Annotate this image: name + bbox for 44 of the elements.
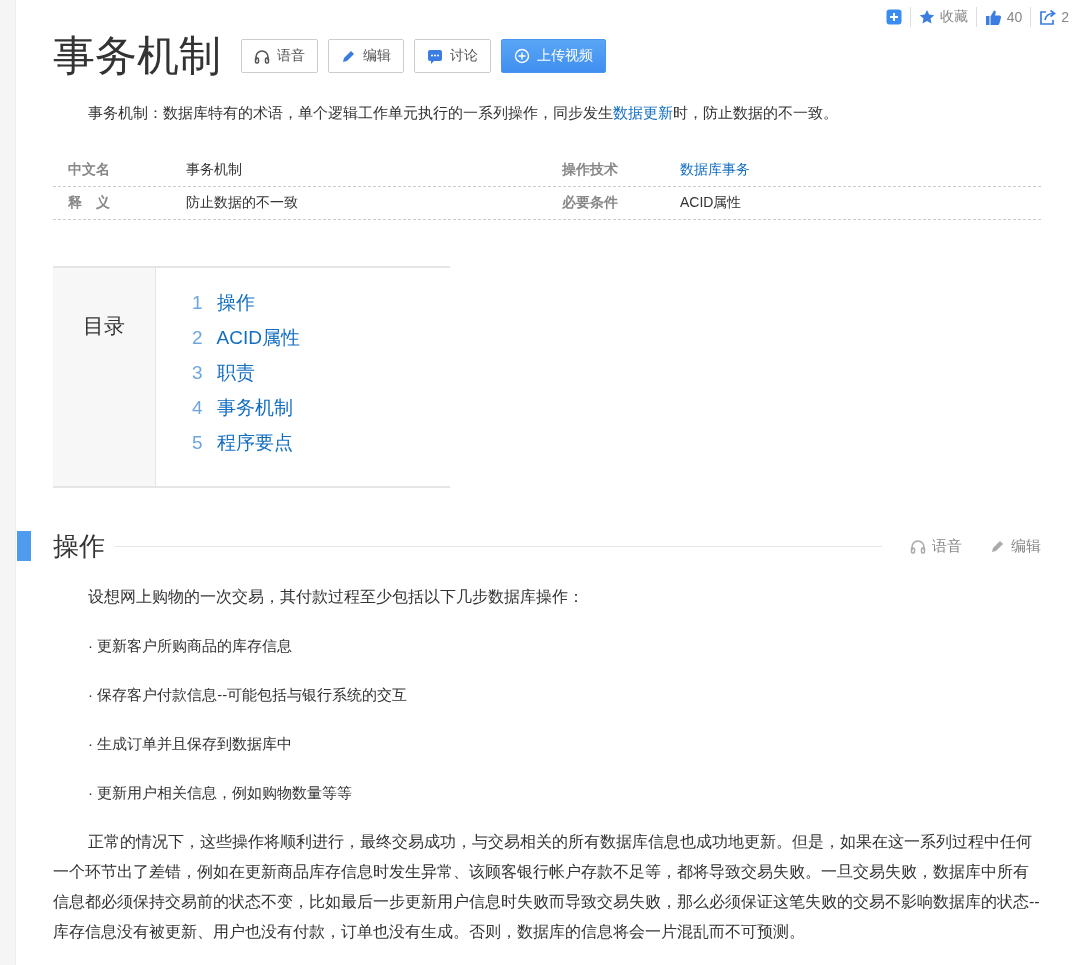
thumbs-up-icon: [984, 8, 1002, 26]
list-item: · 更新客户所购商品的库存信息: [87, 636, 294, 656]
chat-icon: [427, 48, 443, 64]
audio-button[interactable]: 语音: [241, 39, 318, 73]
edit-button[interactable]: 编辑: [328, 39, 404, 73]
edit-link[interactable]: 编辑: [990, 536, 1041, 556]
info-label: 必要条件: [561, 194, 619, 212]
toc-link[interactable]: 1 操作: [192, 290, 300, 315]
summary-link[interactable]: 数据更新: [613, 104, 673, 121]
section-marker: [17, 531, 31, 561]
list-item: · 更新用户相关信息，例如购物数量等等: [87, 783, 354, 803]
info-link[interactable]: 数据库事务: [680, 161, 750, 179]
info-label: 中文名: [67, 161, 111, 179]
toc-link[interactable]: 3 职责: [192, 360, 300, 385]
section-title: 操作: [53, 529, 105, 563]
page-title: 事务机制: [53, 31, 221, 81]
toc-title: 目录: [83, 313, 125, 339]
plus-circle-icon: [514, 48, 530, 64]
summary-text: 事务机制：数据库特有的术语，单个逻辑工作单元执行的一系列操作，同步发生数据更新时，防止数据的不一致。: [87, 103, 839, 123]
audio-link[interactable]: 语音: [910, 536, 962, 556]
toc-link[interactable]: 2 ACID属性: [192, 325, 300, 350]
info-label: 操作技术: [561, 161, 619, 179]
headphones-icon: [910, 538, 926, 554]
discuss-button[interactable]: 讨论: [414, 39, 491, 73]
info-value: 事务机制: [186, 161, 242, 179]
star-icon: [918, 9, 935, 25]
add-icon[interactable]: [885, 9, 902, 25]
share-button[interactable]: 2: [1039, 9, 1069, 25]
upload-button[interactable]: 上传视频: [501, 39, 606, 73]
pencil-icon: [341, 48, 356, 64]
info-value: 防止数据的不一致: [186, 194, 298, 212]
list-item: · 生成订单并且保存到数据库中: [87, 734, 294, 754]
paragraph: 正常的情况下，这些操作将顺利进行，最终交易成功，与交易相关的所有数据库信息也成功地更新。但是，如果在这一系列过程中任何一个环节出了差错，例如在更新商品库存信息时发生异常、该顾客银行帐户存款不足等，都将导致交易失败。一旦交易失败，数据库中所有信息都必须保持交易前的状态不变，比如最后一步更新用户信息时失败而导致交易失败，那么必须保证这笔失败的交易不影响数据库的状态--库存信息没有被更新、用户也没有付款，订单也没有生成。否则，数据库的信息将会一片混乱而不可预测。: [53, 832, 1041, 942]
info-label: 释 义: [67, 194, 111, 212]
paragraph: 设想网上购物的一次交易，其付款过程至少包括以下几步数据库操作：: [87, 587, 585, 607]
like-button[interactable]: 40: [984, 8, 1023, 26]
toc-link[interactable]: 4 事务机制: [192, 395, 300, 420]
headphones-icon: [254, 48, 270, 64]
share-icon: [1039, 9, 1057, 25]
pencil-icon: [990, 538, 1005, 554]
list-item: · 保存客户付款信息--可能包括与银行系统的交互: [87, 685, 409, 705]
info-value: ACID属性: [680, 194, 742, 212]
toc-link[interactable]: 5 程序要点: [192, 430, 300, 455]
favorite-button[interactable]: 收藏: [918, 8, 968, 26]
